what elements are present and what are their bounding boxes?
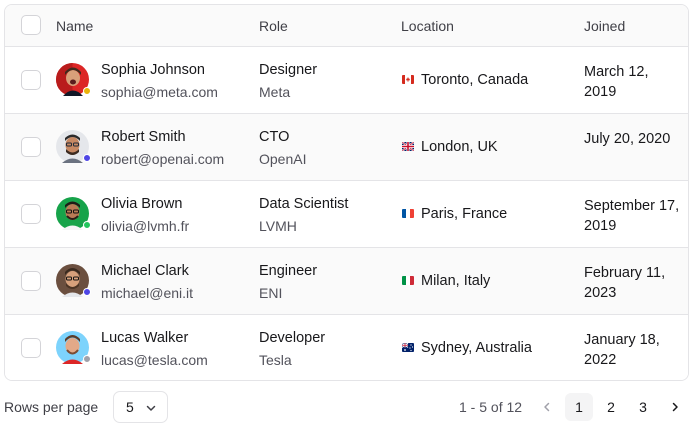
page-button-3[interactable]: 3: [629, 393, 657, 421]
user-email: olivia@lvmh.fr: [101, 218, 190, 234]
row-checkbox[interactable]: [21, 271, 41, 291]
location-text: Milan, Italy: [421, 273, 491, 289]
avatar: [56, 331, 91, 364]
chevron-down-icon: [146, 405, 156, 411]
flag-france-icon: [402, 209, 414, 218]
location-text: Toronto, Canada: [421, 72, 529, 88]
status-dot: [83, 355, 91, 363]
row-checkbox[interactable]: [21, 204, 41, 224]
joined-date: January 18, 2022: [584, 332, 660, 368]
table-header: Name Role Location Joined: [5, 5, 688, 47]
status-dot: [83, 221, 91, 229]
role-title: CTO: [259, 129, 290, 145]
role-title: Data Scientist: [259, 196, 349, 212]
avatar: [56, 63, 91, 96]
column-header-name[interactable]: Name: [56, 18, 93, 34]
role-title: Designer: [259, 62, 318, 78]
joined-date: September 17, 2019: [584, 198, 680, 234]
role-title: Developer: [259, 330, 326, 346]
flag-australia-icon: [402, 343, 414, 352]
role-company: OpenAI: [259, 151, 307, 167]
next-page-button[interactable]: [661, 393, 689, 421]
user-name: Robert Smith: [101, 129, 186, 145]
user-name: Sophia Johnson: [101, 62, 205, 78]
page-button-1[interactable]: 1: [565, 393, 593, 421]
rows-per-page-label: Rows per page: [4, 399, 99, 415]
pagination-range: 1 - 5 of 12: [459, 399, 523, 415]
chevron-left-icon: [544, 402, 550, 412]
chevron-right-icon: [672, 402, 678, 412]
table-row[interactable]: Michael Clark michael@eni.it Engineer EN…: [5, 248, 688, 315]
location-text: Sydney, Australia: [421, 340, 532, 356]
avatar: [56, 264, 91, 297]
user-name: Lucas Walker: [101, 330, 189, 346]
role-company: Tesla: [259, 352, 292, 368]
rows-per-page-value: 5: [126, 399, 134, 415]
column-header-location[interactable]: Location: [401, 18, 454, 34]
select-all-checkbox[interactable]: [21, 15, 41, 35]
rows-per-page-select[interactable]: 5: [113, 391, 168, 423]
column-header-joined[interactable]: Joined: [584, 18, 625, 34]
table-row[interactable]: Sophia Johnson sophia@meta.com Designer …: [5, 47, 688, 114]
row-checkbox[interactable]: [21, 338, 41, 358]
avatar: [56, 197, 91, 230]
user-email: michael@eni.it: [101, 285, 194, 301]
status-dot: [83, 87, 91, 95]
user-email: robert@openai.com: [101, 151, 225, 167]
table-row[interactable]: Olivia Brown olivia@lvmh.fr Data Scienti…: [5, 181, 688, 248]
column-header-role[interactable]: Role: [259, 18, 288, 34]
location-text: London, UK: [421, 139, 498, 155]
location-text: Paris, France: [421, 206, 508, 222]
row-checkbox[interactable]: [21, 137, 41, 157]
page-button-2[interactable]: 2: [597, 393, 625, 421]
role-company: LVMH: [259, 218, 297, 234]
role-company: ENI: [259, 285, 283, 301]
table-row[interactable]: Lucas Walker lucas@tesla.com Developer T…: [5, 315, 688, 380]
prev-page-button[interactable]: [533, 393, 561, 421]
role-company: Meta: [259, 84, 291, 100]
avatar: [56, 130, 91, 163]
flag-italy-icon: [402, 276, 414, 285]
status-dot: [83, 288, 91, 296]
flag-canada-icon: [402, 75, 414, 84]
user-email: sophia@meta.com: [101, 84, 218, 100]
user-name: Olivia Brown: [101, 196, 183, 212]
status-dot: [83, 154, 91, 162]
table-row[interactable]: Robert Smith robert@openai.com CTO OpenA…: [5, 114, 688, 181]
joined-date: February 11, 2023: [584, 265, 666, 301]
flag-uk-icon: [402, 142, 414, 151]
user-name: Michael Clark: [101, 263, 189, 279]
role-title: Engineer: [259, 263, 318, 279]
row-checkbox[interactable]: [21, 70, 41, 90]
user-email: lucas@tesla.com: [101, 352, 208, 368]
users-table: Name Role Location Joined Sophia Johnson…: [4, 4, 689, 381]
joined-date: March 12, 2019: [584, 64, 649, 100]
joined-date: July 20, 2020: [584, 131, 671, 147]
